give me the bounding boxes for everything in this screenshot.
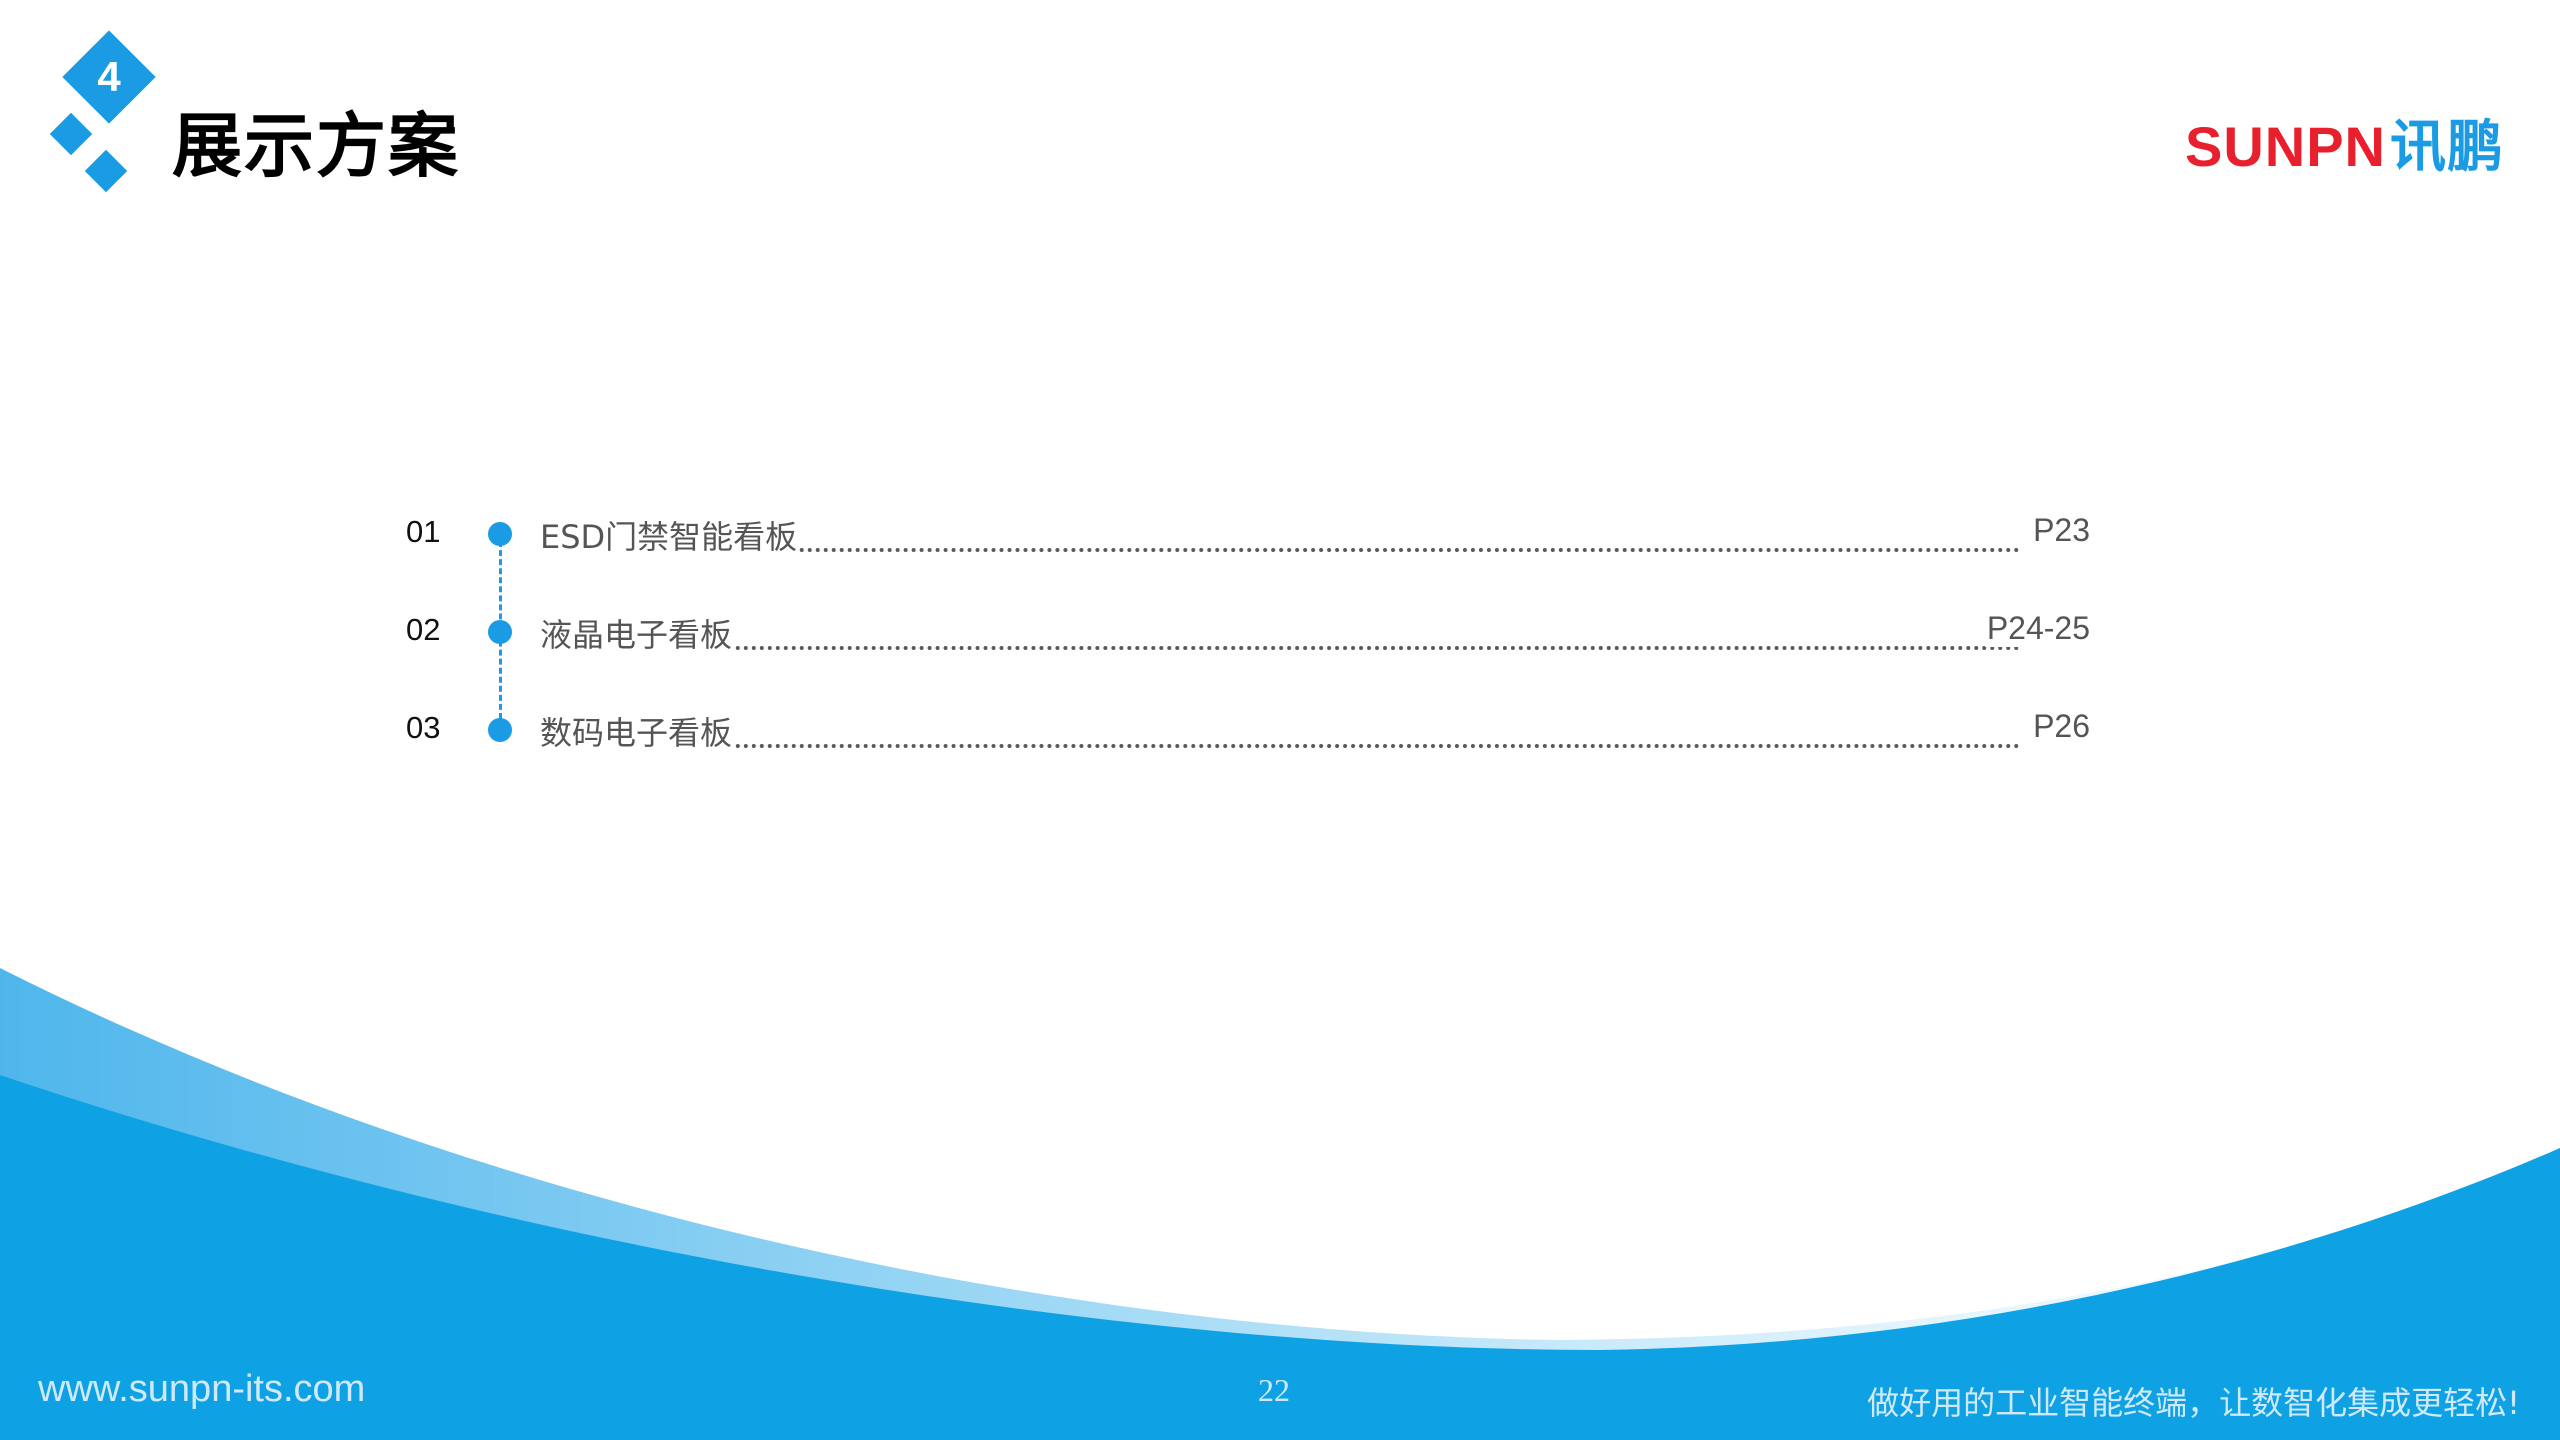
toc-item-label: 数码电子看板	[540, 708, 735, 754]
toc-item-lcd[interactable]: 02 液晶电子看板 P24-25	[400, 600, 2090, 660]
toc-item-page: P23	[2031, 512, 2090, 549]
toc-item-label: ESD门禁智能看板	[540, 512, 800, 558]
dot-leader	[600, 646, 2020, 650]
bullet-dot-icon	[488, 522, 512, 546]
slide: 4 展示方案 SUNPN讯鹏 01 ESD门禁智能看板 P23 02 液晶电子看…	[0, 0, 2560, 1440]
toc-item-label: 液晶电子看板	[540, 610, 735, 656]
toc-item-page: P24-25	[1984, 610, 2090, 647]
footer-page-number: 22	[1258, 1372, 1290, 1408]
footer-slogan: 做好用的工业智能终端，让数智化集成更轻松!	[1867, 1384, 2520, 1422]
toc-item-esd[interactable]: 01 ESD门禁智能看板 P23	[400, 502, 2090, 562]
bullet-dot-icon	[488, 718, 512, 742]
footer-url[interactable]: www.sunpn-its.com	[38, 1368, 365, 1411]
dot-leader	[600, 744, 2020, 748]
toc-item-page: P26	[2031, 708, 2090, 745]
toc-item-number: 01	[406, 514, 441, 549]
table-of-contents: 01 ESD门禁智能看板 P23 02 液晶电子看板 P24-25 03 数码电…	[0, 0, 2560, 1440]
toc-item-number: 03	[406, 710, 441, 745]
dot-leader	[600, 548, 2020, 552]
toc-item-number: 02	[406, 612, 441, 647]
bullet-dot-icon	[488, 620, 512, 644]
toc-item-digital[interactable]: 03 数码电子看板 P26	[400, 698, 2090, 758]
